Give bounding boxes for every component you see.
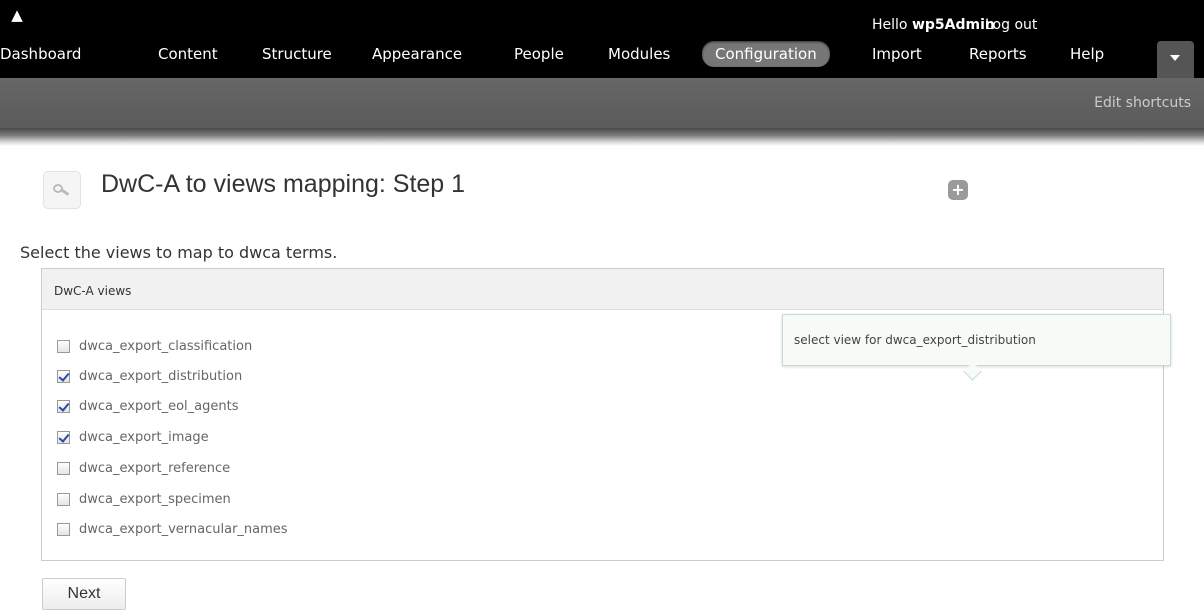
checkbox-dwca-export-specimen[interactable] — [57, 493, 70, 506]
checkbox-label[interactable]: dwca_export_distribution — [79, 369, 242, 384]
form-intro: Select the views to map to dwca terms. — [20, 243, 338, 262]
admin-toolbar: ▲ Hello wp5Admin Log out Dashboard Conte… — [0, 0, 1204, 78]
checkbox-label[interactable]: dwca_export_image — [79, 430, 209, 445]
menu-item-reports[interactable]: Reports — [969, 41, 1027, 67]
add-shortcut-button[interactable]: + — [948, 180, 968, 200]
logout-link[interactable]: Log out — [985, 17, 1037, 33]
next-button[interactable]: Next — [42, 578, 126, 610]
shortcuts-bar: Edit shortcuts — [0, 78, 1204, 128]
menu-item-appearance[interactable]: Appearance — [372, 41, 462, 67]
list-item: dwca_export_image — [57, 430, 209, 450]
tooltip: select view for dwca_export_distribution — [782, 314, 1171, 366]
menu-item-dashboard[interactable]: Dashboard — [0, 41, 81, 67]
menu-item-help[interactable]: Help — [1070, 41, 1104, 67]
fieldset-legend: DwC-A views — [42, 269, 1163, 310]
menu-item-people[interactable]: People — [514, 41, 564, 67]
checkbox-label[interactable]: dwca_export_specimen — [79, 492, 231, 507]
checkbox-dwca-export-classification[interactable] — [57, 340, 70, 353]
page-title: DwC-A to views mapping: Step 1 — [101, 170, 466, 198]
checkbox-dwca-export-distribution[interactable] — [57, 370, 70, 383]
menu-item-structure[interactable]: Structure — [262, 41, 332, 67]
list-item: dwca_export_specimen — [57, 492, 231, 512]
checkbox-label[interactable]: dwca_export_vernacular_names — [79, 522, 288, 537]
greeting: Hello wp5Admin — [872, 17, 995, 33]
checkbox-label[interactable]: dwca_export_reference — [79, 461, 230, 476]
checkbox-dwca-export-vernacular-names[interactable] — [57, 523, 70, 536]
checkbox-dwca-export-reference[interactable] — [57, 462, 70, 475]
list-item: dwca_export_classification — [57, 339, 252, 359]
menu-item-content[interactable]: Content — [158, 41, 218, 67]
toolbar-shadow — [0, 128, 1204, 146]
list-item: dwca_export_distribution — [57, 369, 242, 389]
list-item: dwca_export_vernacular_names — [57, 522, 288, 542]
checkbox-dwca-export-eol-agents[interactable] — [57, 400, 70, 413]
username: wp5Admin — [911, 17, 995, 33]
menu-item-modules[interactable]: Modules — [608, 41, 670, 67]
dwca-views-fieldset: DwC-A views dwca_export_classification d… — [41, 268, 1164, 561]
list-item: dwca_export_reference — [57, 461, 230, 481]
menu-item-configuration[interactable]: Configuration — [702, 41, 830, 67]
list-item: dwca_export_eol_agents — [57, 399, 239, 419]
home-icon[interactable]: ▲ — [6, 4, 28, 26]
wrench-icon — [43, 171, 81, 209]
chevron-down-icon — [1170, 55, 1180, 61]
checkbox-label[interactable]: dwca_export_eol_agents — [79, 399, 239, 414]
shortcuts-toggle-button[interactable] — [1157, 41, 1194, 78]
menu-item-import[interactable]: Import — [872, 41, 922, 67]
checkbox-label[interactable]: dwca_export_classification — [79, 339, 252, 354]
edit-shortcuts-link[interactable]: Edit shortcuts — [1094, 95, 1191, 111]
checkbox-dwca-export-image[interactable] — [57, 431, 70, 444]
